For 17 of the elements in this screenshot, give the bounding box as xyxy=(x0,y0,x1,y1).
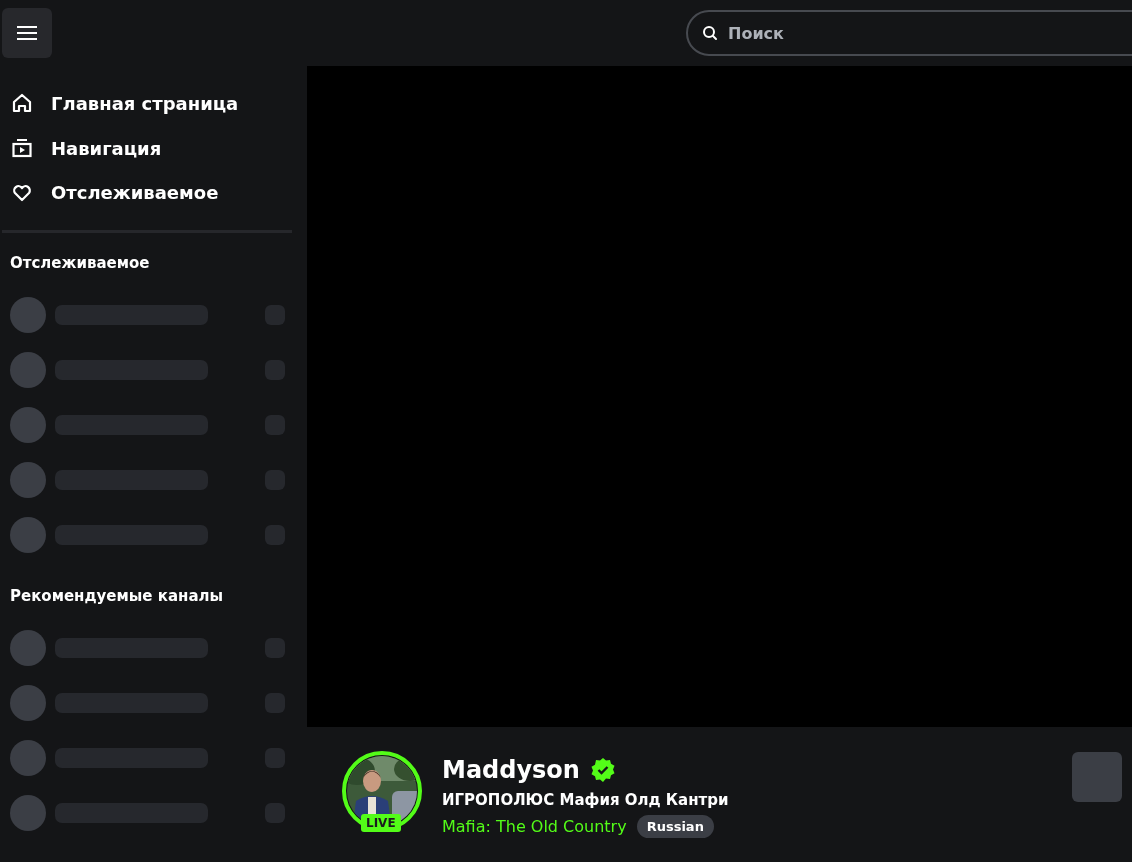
home-icon xyxy=(11,92,33,115)
channel-name[interactable]: Maddyson xyxy=(442,756,580,784)
section-heading: Рекомендуемые каналы xyxy=(10,586,225,607)
nav-item[interactable]: Главная страница xyxy=(2,81,307,126)
nav-item[interactable]: Навигация xyxy=(2,125,307,171)
nav-item[interactable]: Отслеживаемое xyxy=(2,170,307,215)
live-badge: LIVE xyxy=(361,814,401,832)
menu-icon xyxy=(17,25,37,41)
menu-button[interactable] xyxy=(2,8,52,58)
search-field[interactable]: Поиск xyxy=(686,10,1132,56)
category-link[interactable]: Mafia: The Old Country xyxy=(442,817,627,836)
language-tag[interactable]: Russian xyxy=(636,815,714,838)
search-icon xyxy=(702,25,718,41)
stream-title: ИГРОПОЛЮС Мафия Олд Кантри xyxy=(442,791,729,809)
loading-placeholder xyxy=(1072,752,1122,802)
video-library-icon xyxy=(11,137,33,159)
section-heading: Отслеживаемое xyxy=(10,253,151,274)
